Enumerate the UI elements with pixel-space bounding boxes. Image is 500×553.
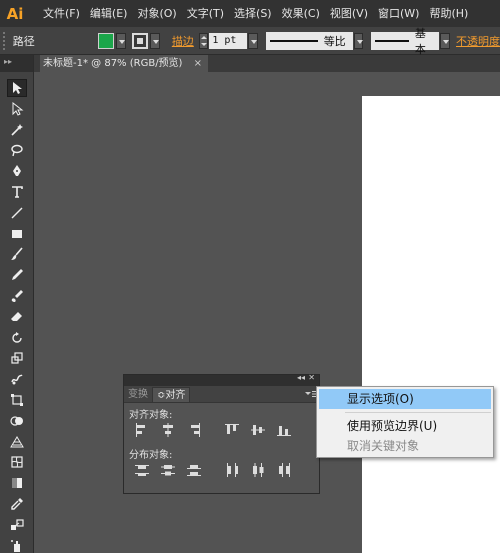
rotate-tool-icon[interactable]	[7, 329, 27, 347]
stroke-weight-input[interactable]: 1 pt	[209, 32, 248, 49]
app-logo: Ai	[6, 4, 24, 23]
lasso-tool-icon[interactable]	[7, 141, 27, 159]
distribute-vertical-center-icon[interactable]	[160, 462, 176, 478]
control-bar: 路径 描边 1 pt 等比 基本 不透明度	[0, 27, 500, 56]
symbol-sprayer-tool-icon[interactable]	[7, 537, 27, 553]
fill-control	[97, 32, 160, 49]
magic-wand-tool-icon[interactable]	[7, 121, 27, 139]
menu-cancel-key-object: 取消关键对象	[347, 439, 420, 453]
menu-effect[interactable]: 效果(C)	[277, 0, 325, 27]
menu-use-preview-bounds[interactable]: 使用预览边界(U)	[317, 416, 493, 436]
close-panel-icon[interactable]: ✕	[308, 373, 315, 382]
distribute-bottom-icon[interactable]	[186, 462, 202, 478]
brush-dropdown[interactable]	[440, 32, 451, 49]
distribute-right-icon[interactable]	[276, 462, 292, 478]
brush-label: 基本	[414, 26, 426, 56]
panel-menu-icon[interactable]	[304, 389, 316, 399]
tab-transform[interactable]: 变换	[124, 387, 152, 402]
eyedropper-tool-icon[interactable]	[7, 495, 27, 513]
document-tab-title: 未标题-1* @ 87% (RGB/预览)	[43, 58, 183, 69]
stroke-panel-link[interactable]: 描边	[172, 33, 194, 49]
distribute-horizontal-center-icon[interactable]	[250, 462, 266, 478]
distribute-objects-row	[124, 460, 319, 480]
opacity-link[interactable]: 不透明度	[456, 33, 500, 49]
selection-tool-icon[interactable]	[7, 79, 27, 97]
panel-titlebar[interactable]: ◂◂ ✕	[124, 373, 319, 386]
menu-type[interactable]: 文字(T)	[182, 0, 229, 27]
menu-show-options[interactable]: 显示选项(O)	[319, 389, 491, 409]
menu-help[interactable]: 帮助(H)	[424, 0, 473, 27]
perspective-grid-tool-icon[interactable]	[7, 433, 27, 451]
distribute-objects-label: 分布对象:	[129, 450, 173, 461]
direct-selection-tool-icon[interactable]	[7, 100, 27, 118]
menu-separator	[345, 412, 491, 413]
panel-tab-strip: 变换 ≎对齐	[124, 386, 319, 403]
pen-tool-icon[interactable]	[7, 162, 27, 180]
distribute-left-icon[interactable]	[224, 462, 240, 478]
fill-dropdown-button[interactable]	[115, 32, 126, 49]
artboard[interactable]	[362, 96, 500, 553]
free-transform-tool-icon[interactable]	[7, 391, 27, 409]
align-top-icon[interactable]	[224, 422, 240, 438]
brush-line-preview	[375, 39, 409, 42]
menu-view[interactable]: 视图(V)	[325, 0, 373, 27]
eraser-tool-icon[interactable]	[7, 308, 27, 326]
paintbrush-tool-icon[interactable]	[7, 245, 27, 263]
align-left-icon[interactable]	[134, 422, 150, 438]
profile-line-preview	[269, 39, 318, 42]
menu-window[interactable]: 窗口(W)	[373, 0, 424, 27]
control-bar-grip[interactable]	[3, 31, 9, 50]
variable-width-profile-select[interactable]: 等比	[265, 31, 353, 50]
collapse-panel-icon[interactable]: ◂◂	[297, 373, 305, 382]
brush-definition-select[interactable]: 基本	[371, 27, 440, 56]
stroke-color-swatch[interactable]	[131, 32, 148, 49]
blob-brush-tool-icon[interactable]	[7, 287, 27, 305]
stroke-weight-stepper[interactable]	[198, 32, 209, 49]
menu-edit[interactable]: 编辑(E)	[85, 0, 133, 27]
document-tab[interactable]: 未标题-1* @ 87% (RGB/预览) ×	[40, 55, 208, 72]
menu-select[interactable]: 选择(S)	[229, 0, 277, 27]
stroke-dropdown-button[interactable]	[149, 32, 160, 49]
line-segment-tool-icon[interactable]	[7, 204, 27, 222]
shape-builder-tool-icon[interactable]	[7, 412, 27, 430]
menu-bar: Ai 文件(F) 编辑(E) 对象(O) 文字(T) 选择(S) 效果(C) 视…	[0, 0, 500, 27]
toolbox: ▸▸	[0, 55, 34, 553]
profile-dropdown[interactable]	[353, 32, 364, 49]
align-objects-label: 对齐对象:	[129, 410, 173, 421]
mesh-tool-icon[interactable]	[7, 453, 27, 471]
stroke-weight-dropdown[interactable]	[248, 32, 258, 49]
scale-tool-icon[interactable]	[7, 349, 27, 367]
warp-tool-icon[interactable]	[7, 370, 27, 388]
align-objects-row	[124, 420, 319, 440]
type-tool-icon[interactable]	[7, 183, 27, 201]
toolbox-header[interactable]: ▸▸	[0, 55, 33, 72]
pencil-tool-icon[interactable]	[7, 266, 27, 284]
selection-type-label: 路径	[12, 34, 35, 48]
tab-align[interactable]: ≎对齐	[152, 387, 191, 402]
align-vertical-center-icon[interactable]	[250, 422, 266, 438]
blend-tool-icon[interactable]	[7, 516, 27, 534]
fill-color-swatch[interactable]	[97, 32, 114, 49]
menu-object[interactable]: 对象(O)	[132, 0, 181, 27]
align-panel: ◂◂ ✕ 变换 ≎对齐 对齐对象: 分布对象:	[123, 373, 320, 494]
align-horizontal-center-icon[interactable]	[160, 422, 176, 438]
menu-file[interactable]: 文件(F)	[38, 0, 85, 27]
align-right-icon[interactable]	[186, 422, 202, 438]
distribute-top-icon[interactable]	[134, 462, 150, 478]
align-bottom-icon[interactable]	[276, 422, 292, 438]
close-document-icon[interactable]: ×	[194, 55, 202, 72]
gradient-tool-icon[interactable]	[7, 474, 27, 492]
rectangle-tool-icon[interactable]	[7, 225, 27, 243]
profile-label: 等比	[323, 34, 346, 48]
panel-flyout-menu: 显示选项(O) 使用预览边界(U) 取消关键对象	[316, 386, 494, 458]
document-tab-bar: 未标题-1* @ 87% (RGB/预览) ×	[34, 55, 500, 72]
